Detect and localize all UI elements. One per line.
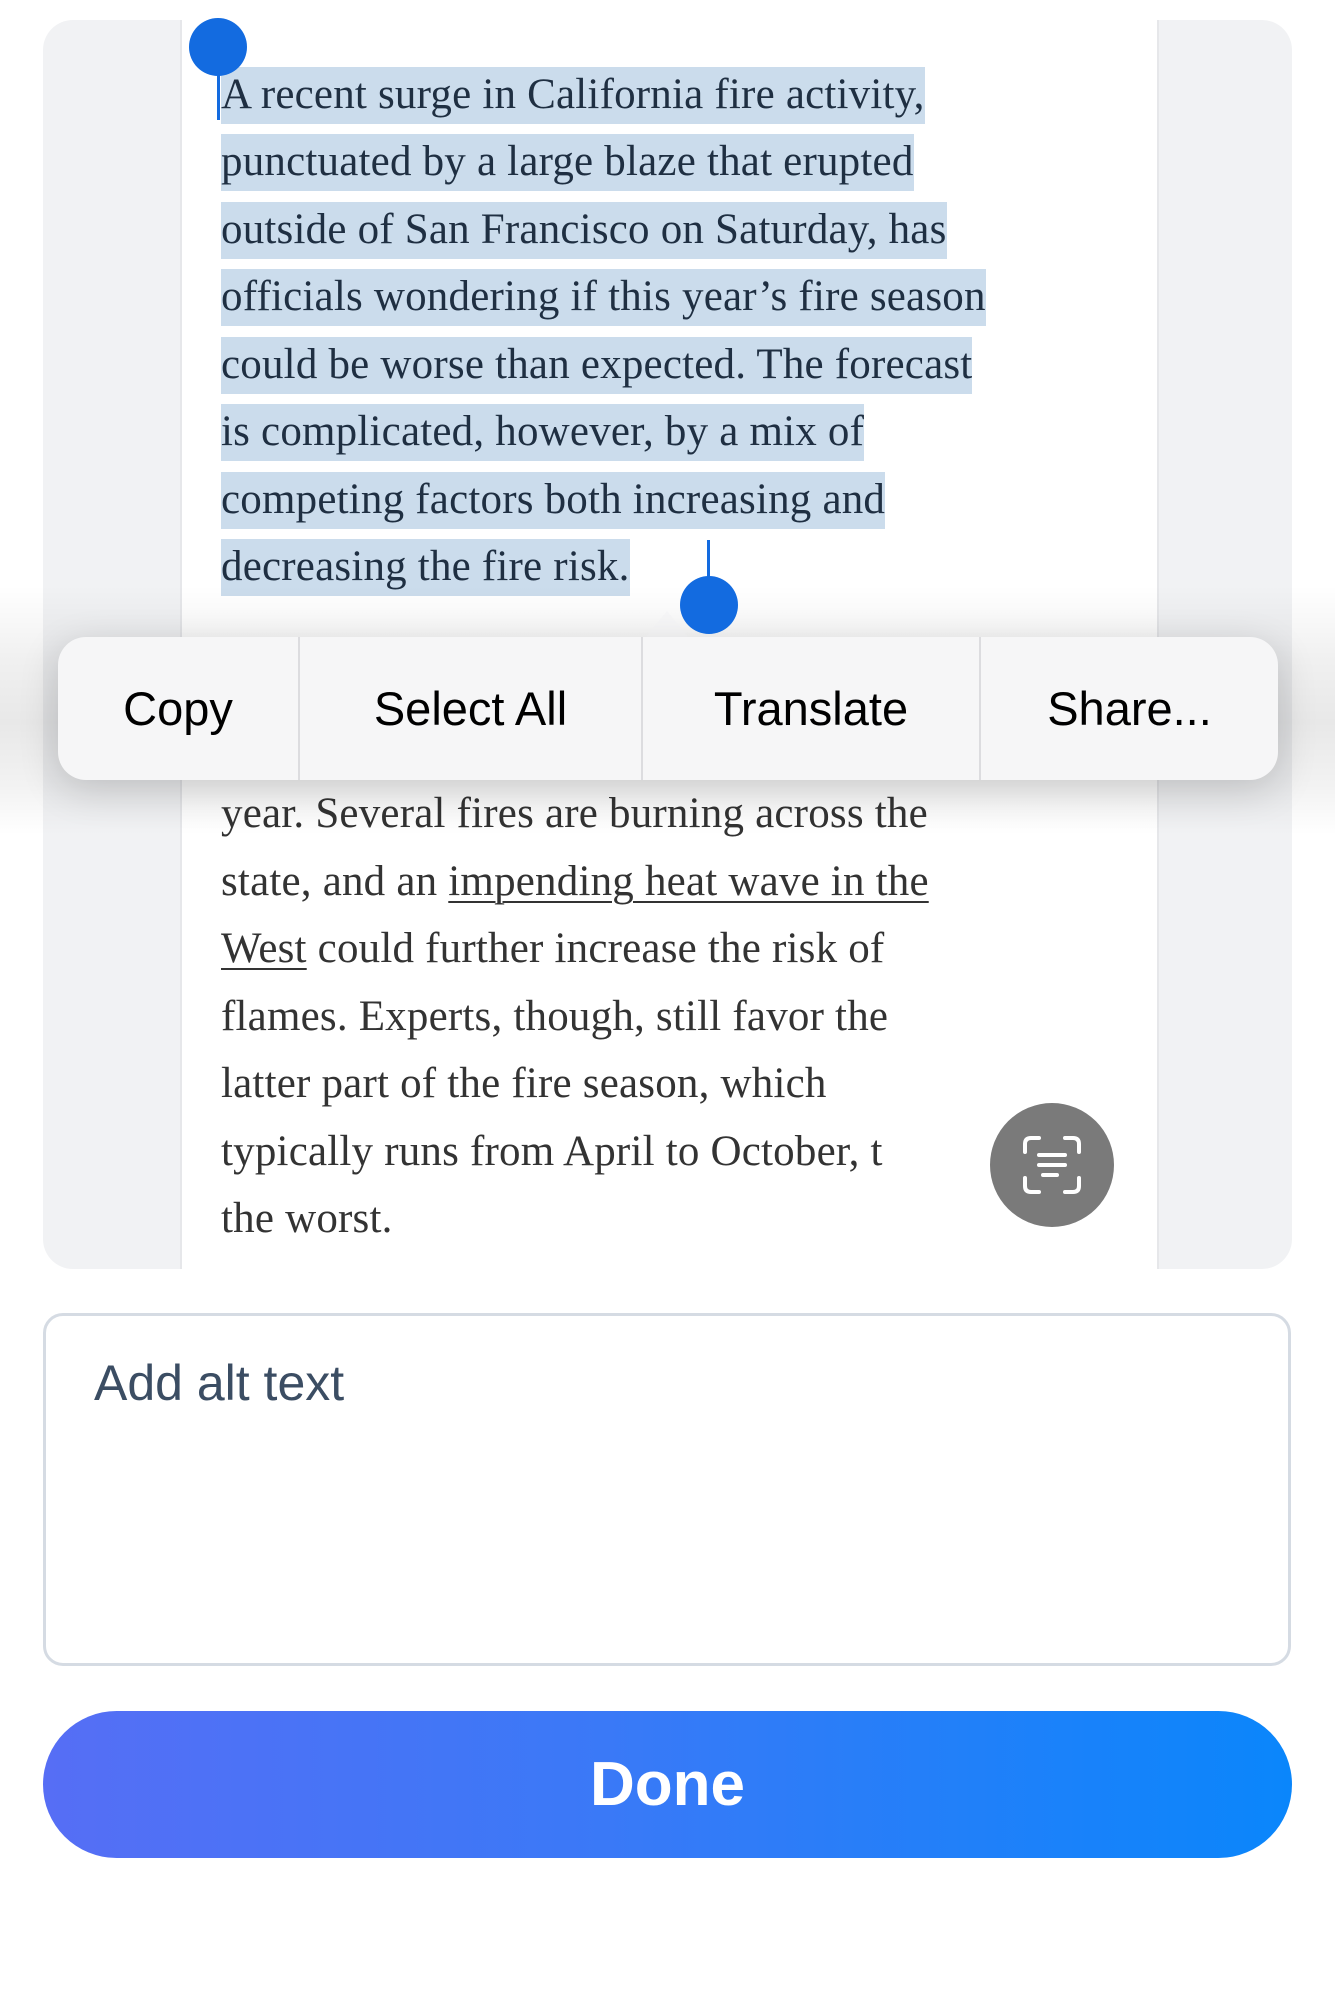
select-all-button[interactable]: Select All (300, 637, 643, 780)
body-text-line: flames. Experts, though, still favor the (221, 993, 889, 1040)
selected-text: punctuated by a large blaze that erupted (221, 134, 914, 191)
selected-text: A recent surge in California fire activi… (221, 67, 925, 124)
heat-wave-link-continued[interactable]: West (221, 925, 307, 972)
done-button[interactable]: Done (43, 1711, 1292, 1858)
selected-text: is complicated, however, by a mix of (221, 404, 865, 461)
body-text-line: West could further increase the risk of (221, 925, 885, 972)
body-text-line: state, and an impending heat wave in the (221, 858, 929, 905)
selected-text-line[interactable]: punctuated by a large blaze that erupted (221, 134, 914, 191)
live-text-button[interactable] (990, 1103, 1114, 1227)
text-edit-menu: Copy Select All Translate Share... (58, 637, 1278, 780)
heat-wave-link[interactable]: impending heat wave in the (448, 858, 928, 905)
live-text-scan-icon (1023, 1136, 1081, 1194)
selected-text-line[interactable]: could be worse than expected. The foreca… (221, 337, 973, 394)
selected-text-line[interactable]: outside of San Francisco on Saturday, ha… (221, 202, 947, 259)
selected-text-line[interactable]: is complicated, however, by a mix of (221, 404, 865, 461)
selected-text: outside of San Francisco on Saturday, ha… (221, 202, 947, 259)
body-text-line: year. Several fires are burning across t… (221, 790, 928, 837)
selected-text: could be worse than expected. The foreca… (221, 337, 973, 394)
translate-button[interactable]: Translate (643, 637, 981, 780)
copy-button[interactable]: Copy (58, 637, 300, 780)
selected-text: decreasing the fire risk. (221, 539, 630, 596)
body-text-line: the worst. (221, 1195, 393, 1242)
body-text-line: latter part of the fire season, which (221, 1060, 827, 1107)
selected-text: competing factors both increasing and (221, 472, 886, 529)
selected-text: officials wondering if this year’s fire … (221, 269, 986, 326)
selected-text-line[interactable]: A recent surge in California fire activi… (221, 67, 925, 124)
selected-text-line[interactable]: competing factors both increasing and (221, 472, 886, 529)
alt-text-input[interactable] (43, 1313, 1291, 1666)
body-text-line: typically runs from April to October, t (221, 1128, 883, 1175)
selection-start-handle[interactable] (189, 18, 247, 76)
selection-end-handle[interactable] (680, 576, 738, 634)
selected-text-line[interactable]: decreasing the fire risk. (221, 539, 630, 596)
share-button[interactable]: Share... (981, 637, 1278, 780)
selected-text-line[interactable]: officials wondering if this year’s fire … (221, 269, 986, 326)
